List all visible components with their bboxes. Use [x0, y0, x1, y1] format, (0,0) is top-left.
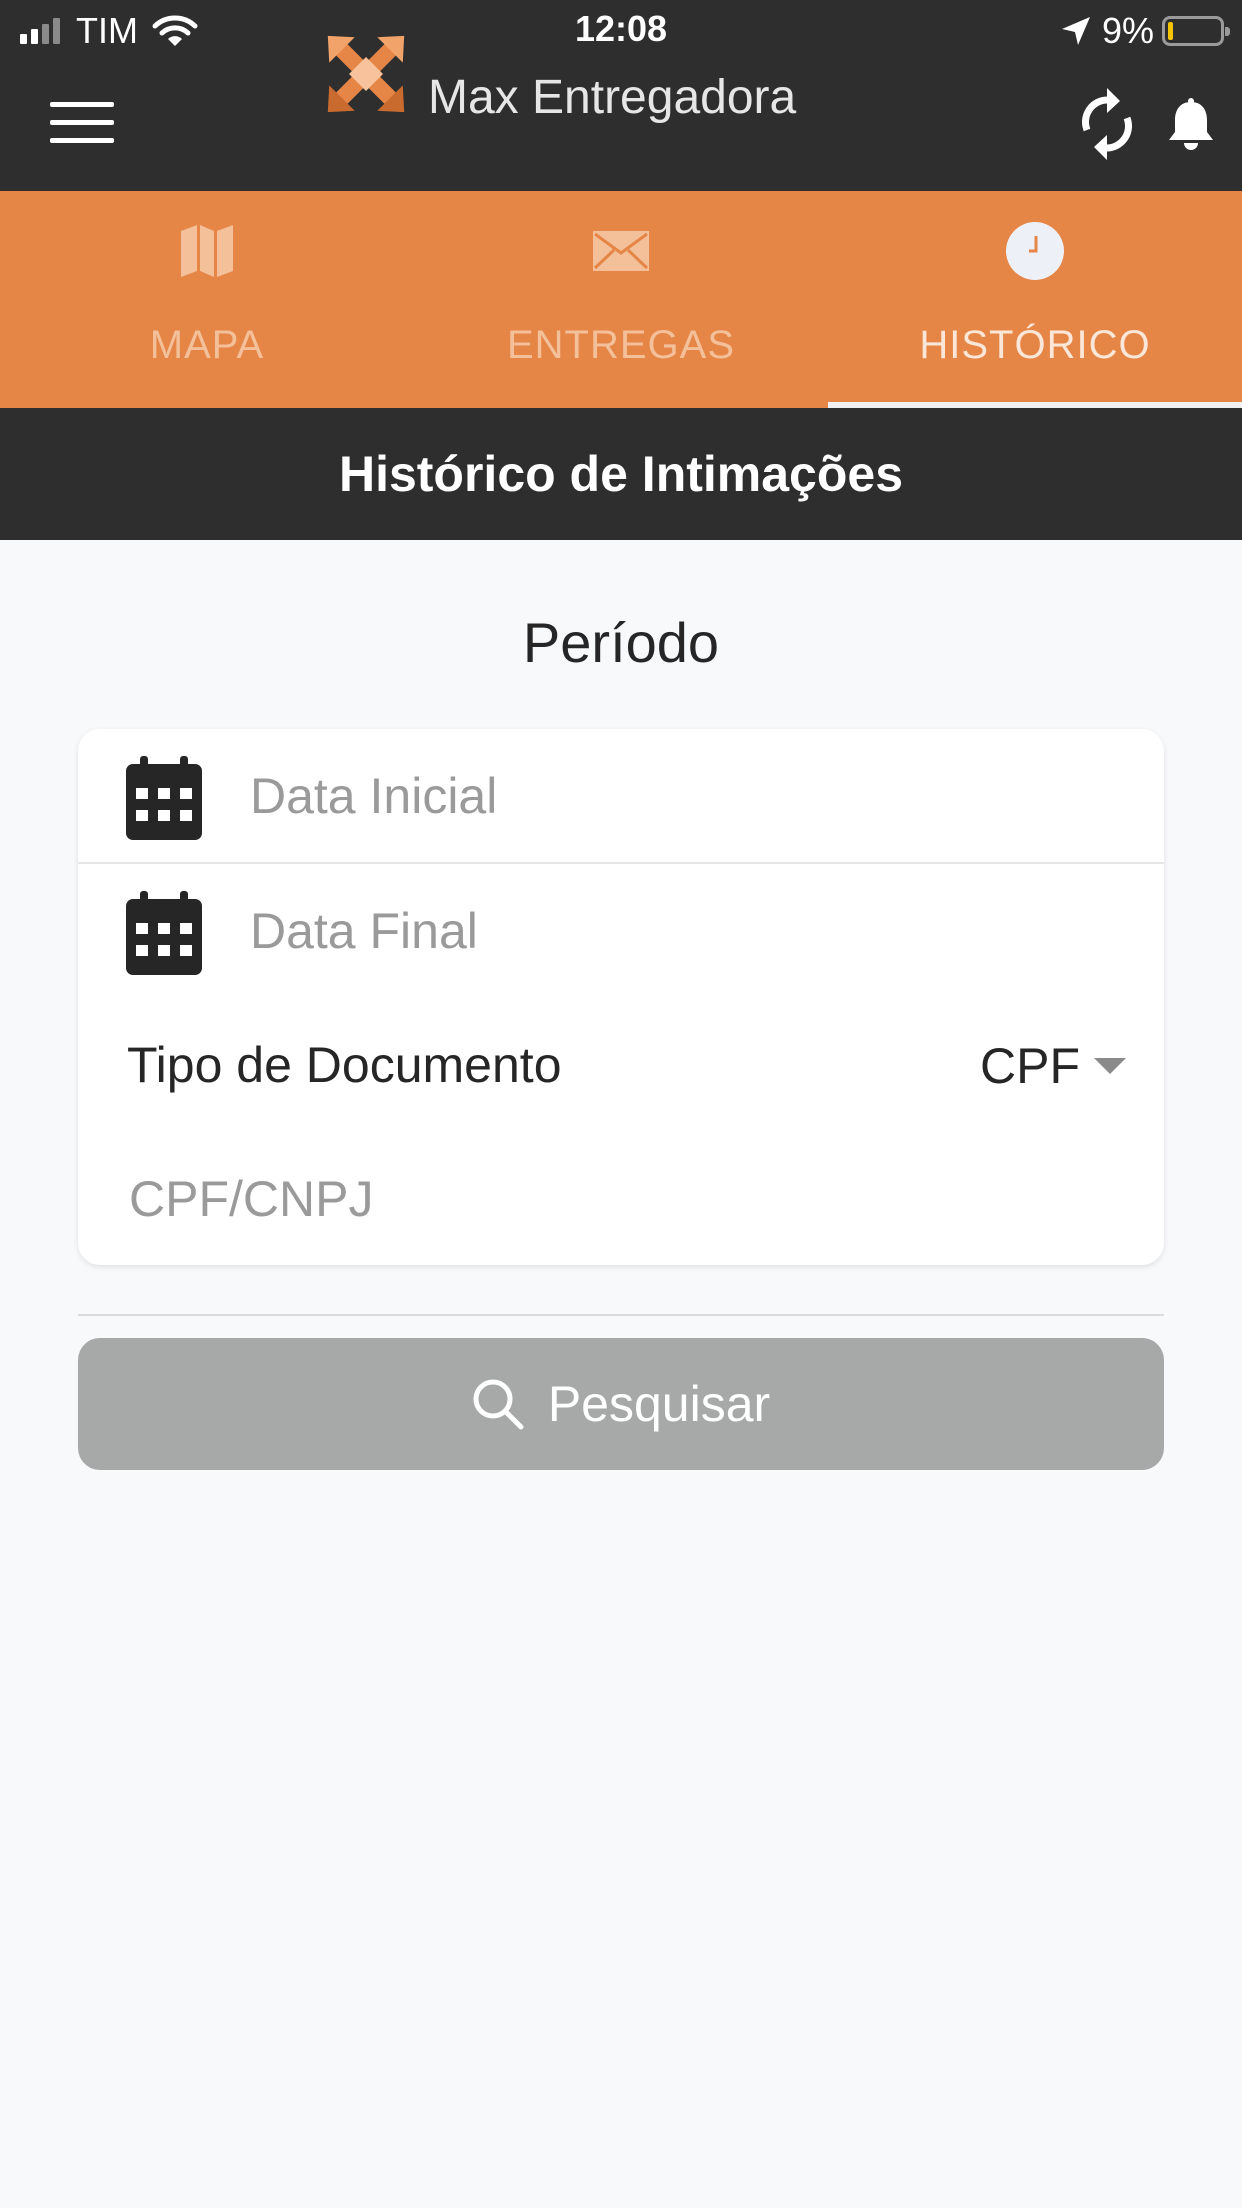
calendar-icon	[126, 891, 202, 975]
section-header: Histórico de Intimações	[0, 408, 1242, 540]
clock-icon	[1005, 221, 1065, 281]
app-header: TIM 12:08 9% Max Entregadora	[0, 0, 1242, 191]
section-title: Histórico de Intimações	[338, 446, 904, 502]
calendar-icon	[126, 756, 202, 840]
tab-mapa[interactable]: MAPA	[0, 191, 414, 408]
sync-icon[interactable]	[1078, 88, 1136, 160]
tab-label: ENTREGAS	[506, 323, 736, 367]
battery-level	[1168, 22, 1174, 40]
document-type-label: Tipo de Documento	[127, 1037, 562, 1093]
app-title: Max Entregadora	[428, 71, 797, 124]
end-date-input[interactable]	[248, 864, 1128, 998]
tab-label: MAPA	[149, 323, 265, 367]
location-arrow-icon	[1061, 17, 1090, 45]
battery-percent: 9%	[1101, 10, 1154, 51]
tab-bar: MAPA ENTREGAS HISTÓRICO	[0, 191, 1242, 408]
search-button-label: Pesquisar	[547, 1376, 771, 1432]
document-type-value: CPF	[980, 1037, 1080, 1094]
period-title: Período	[522, 611, 720, 674]
start-date-input[interactable]	[248, 729, 1128, 863]
tab-historico[interactable]: HISTÓRICO	[828, 191, 1242, 408]
map-icon	[177, 221, 237, 281]
status-bar: TIM 12:08 9%	[0, 0, 1242, 62]
search-button[interactable]: Pesquisar	[78, 1338, 1164, 1470]
end-date-row	[78, 864, 1164, 998]
search-icon	[473, 1379, 524, 1430]
logo-icon	[327, 35, 405, 113]
document-number-input[interactable]	[127, 1132, 1127, 1265]
status-time: 12:08	[574, 8, 668, 49]
start-date-row	[78, 729, 1164, 864]
search-form-card: Tipo de Documento CPF	[78, 729, 1164, 1265]
bell-icon[interactable]	[1166, 98, 1216, 152]
status-bar-right: 9%	[1060, 10, 1230, 52]
menu-button[interactable]	[50, 102, 116, 144]
caret-down-icon	[1094, 1057, 1126, 1074]
envelope-icon	[591, 221, 651, 281]
document-type-row: Tipo de Documento CPF	[78, 999, 1164, 1132]
battery-icon	[1162, 16, 1230, 46]
tab-label: HISTÓRICO	[919, 323, 1151, 367]
tab-entregas[interactable]: ENTREGAS	[414, 191, 828, 408]
document-type-select[interactable]: CPF	[980, 999, 1126, 1132]
divider	[78, 1314, 1164, 1316]
document-number-row	[78, 1132, 1164, 1265]
